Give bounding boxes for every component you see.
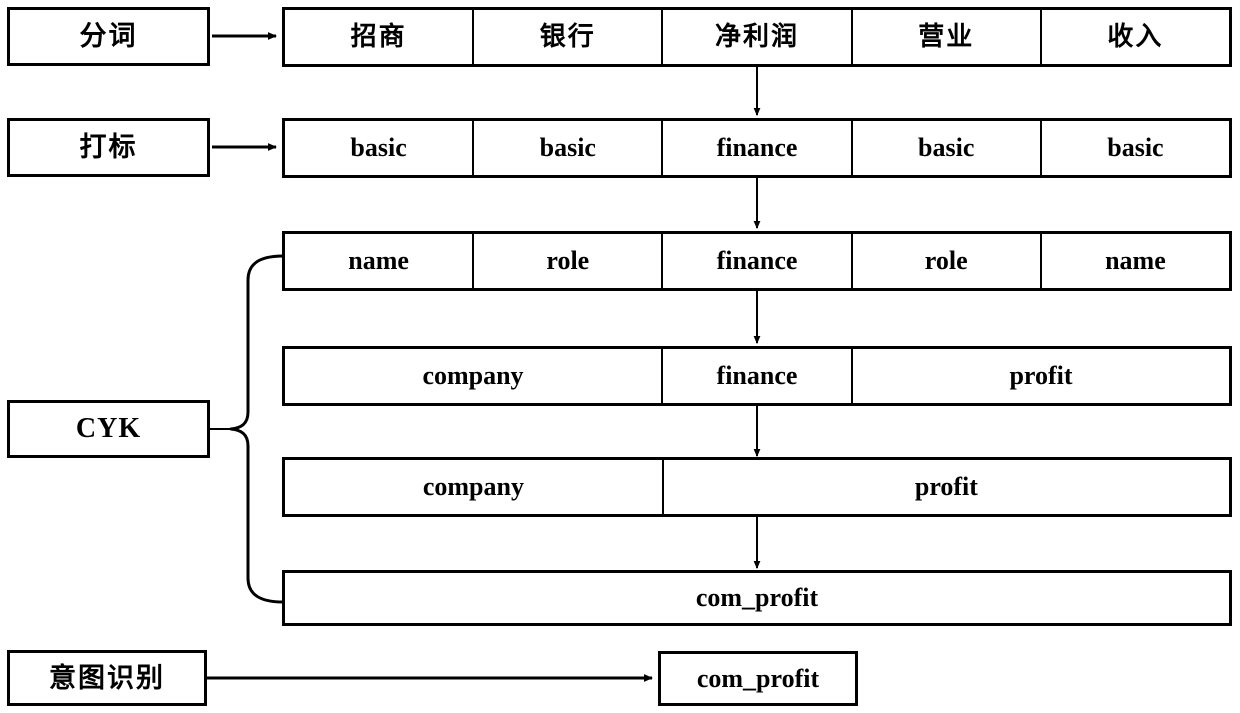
table-cell[interactable]: profit (663, 460, 1229, 514)
cell-label: basic (1107, 133, 1164, 162)
cell-label: name (348, 246, 409, 275)
cell-label: 净利润 (715, 22, 800, 52)
stage-label-intent: 意图识别 (49, 662, 165, 694)
cyk-brace (229, 254, 285, 604)
stage-box-segmentation[interactable]: 分词 (7, 7, 210, 66)
table-cell[interactable]: profit (853, 349, 1229, 403)
table-cell[interactable]: 净利润 (663, 10, 853, 64)
stage-label-cyk: CYK (75, 413, 142, 444)
cell-label: finance (716, 133, 798, 162)
table-cell[interactable]: name (1041, 234, 1230, 288)
cell-label: profit (914, 472, 978, 501)
cell-label: com_profit (695, 583, 819, 612)
cell-label: basic (918, 133, 975, 162)
table-cell[interactable]: basic (1041, 121, 1230, 175)
cell-label: 收入 (1107, 22, 1164, 52)
cell-label: 银行 (539, 22, 596, 52)
row-final: com_profit (282, 570, 1232, 626)
table-cell[interactable]: 招商 (285, 10, 475, 64)
table-cell[interactable]: company (285, 349, 663, 403)
stage-box-tagging[interactable]: 打标 (7, 118, 210, 177)
table-cell[interactable]: basic (474, 121, 664, 175)
row-merge-2: company profit (282, 457, 1232, 517)
cell-label: finance (716, 246, 798, 275)
cell-label: name (1105, 246, 1166, 275)
table-cell[interactable]: 收入 (1041, 10, 1230, 64)
table-cell[interactable]: company (285, 460, 664, 514)
table-cell[interactable]: basic (285, 121, 475, 175)
table-cell[interactable]: 营业 (852, 10, 1042, 64)
table-cell[interactable]: finance (663, 349, 853, 403)
table-cell[interactable]: finance (663, 234, 853, 288)
cell-label: 招商 (350, 22, 407, 52)
cell-label: role (546, 246, 590, 275)
row-tags: basic basic finance basic basic (282, 118, 1232, 178)
intent-result-label: com_profit (696, 663, 820, 693)
table-cell[interactable]: name (285, 234, 475, 288)
cell-label: role (924, 246, 968, 275)
cell-label: basic (539, 133, 596, 162)
row-merge-1: company finance profit (282, 346, 1232, 406)
table-cell[interactable]: finance (663, 121, 853, 175)
diagram-canvas: 分词 打标 CYK 意图识别 招商 银行 净利润 营业 收入 basic bas… (0, 0, 1240, 713)
table-cell[interactable]: basic (852, 121, 1042, 175)
stage-label-segmentation: 分词 (79, 21, 138, 52)
cell-label: company (422, 361, 524, 390)
intent-result-box[interactable]: com_profit (658, 651, 858, 706)
cell-label: company (422, 472, 524, 501)
stage-box-cyk[interactable]: CYK (7, 400, 210, 458)
cell-label: basic (350, 133, 407, 162)
row-tokens: 招商 银行 净利润 营业 收入 (282, 7, 1232, 67)
cell-label: profit (1009, 361, 1073, 390)
cell-label: 营业 (918, 22, 975, 52)
row-roles: name role finance role name (282, 231, 1232, 291)
cell-label: finance (716, 361, 798, 390)
table-cell[interactable]: com_profit (285, 573, 1229, 623)
table-cell[interactable]: 银行 (474, 10, 664, 64)
table-cell[interactable]: role (474, 234, 664, 288)
stage-label-tagging: 打标 (79, 132, 138, 163)
stage-box-intent[interactable]: 意图识别 (7, 650, 207, 706)
table-cell[interactable]: role (852, 234, 1042, 288)
